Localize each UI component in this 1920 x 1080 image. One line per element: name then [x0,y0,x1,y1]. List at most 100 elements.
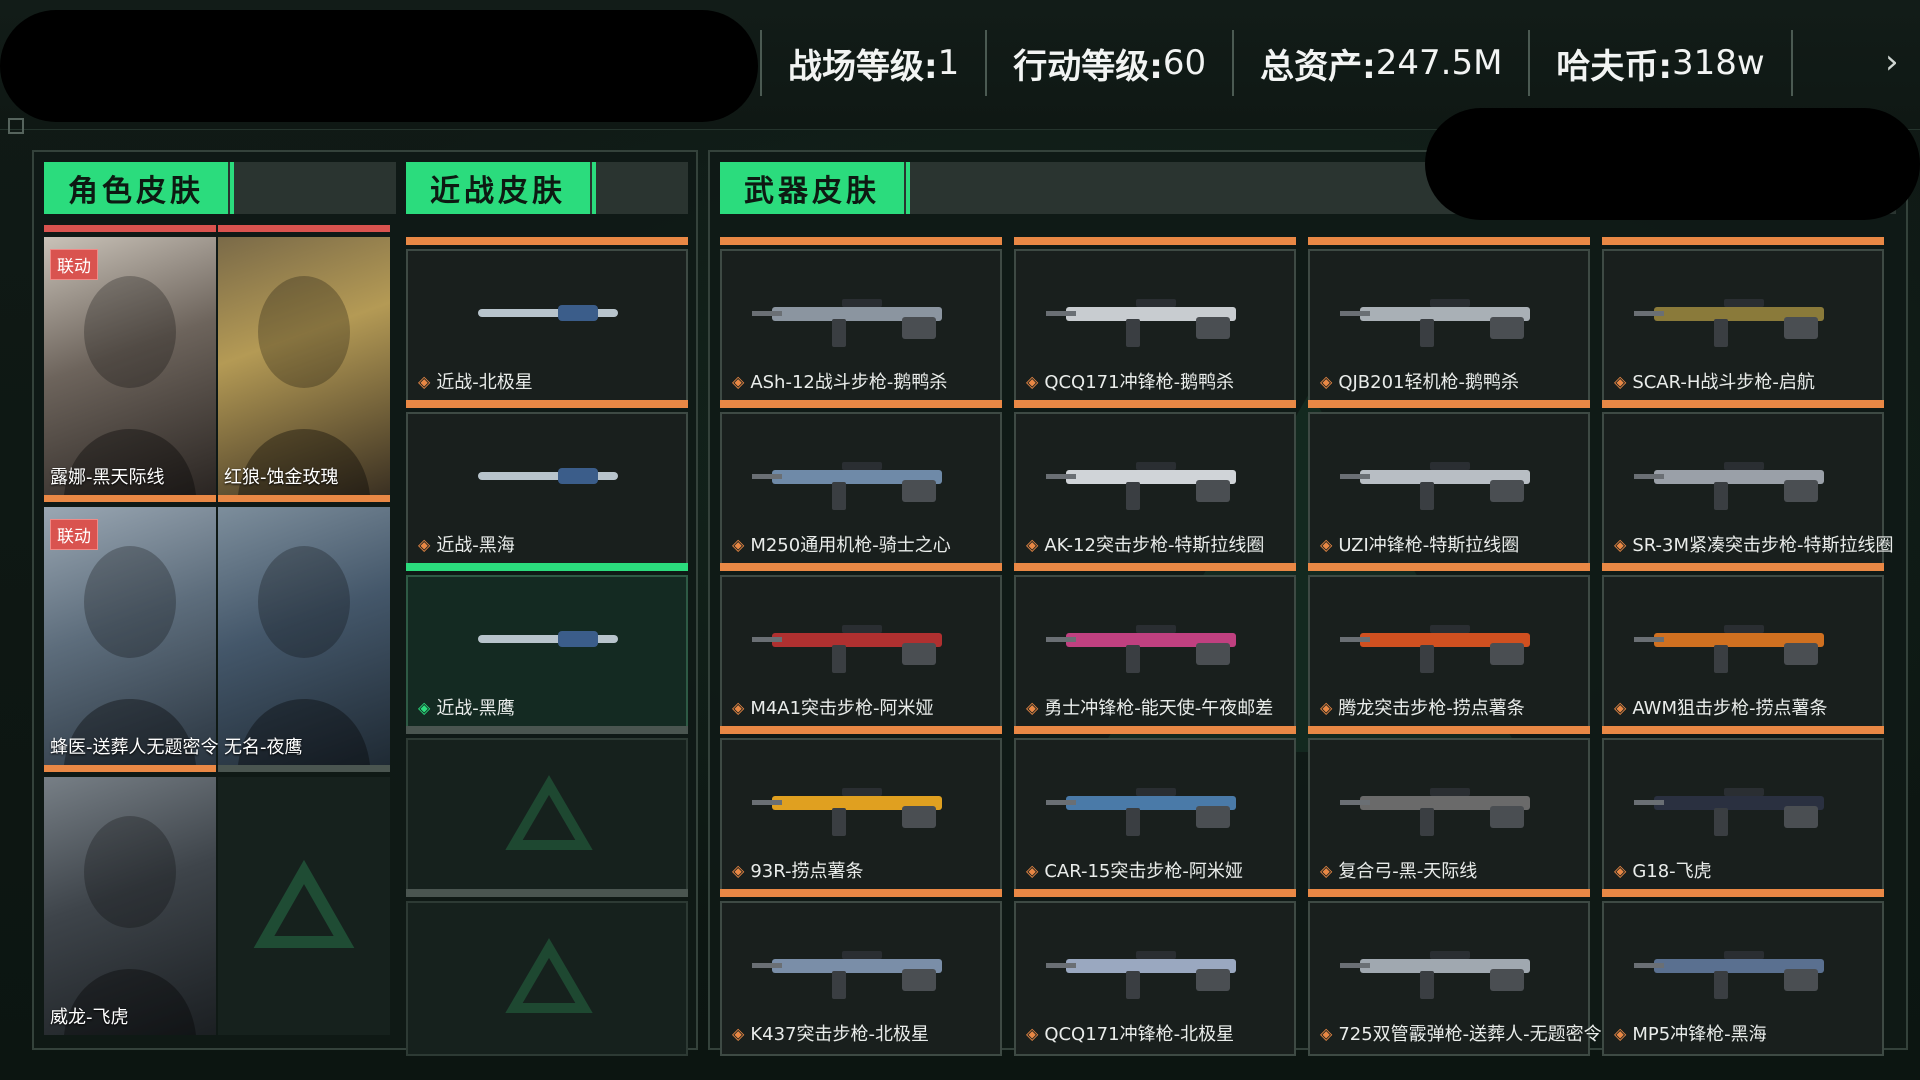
rarity-diamond-icon: ◈ [1614,371,1627,391]
rarity-diamond-icon: ◈ [732,697,745,717]
rarity-bar [406,889,688,897]
item-label: ◈ QJB201轻机枪-鹅鸭杀 [1320,368,1519,394]
item-label: ◈ G18-飞虎 [1614,857,1712,883]
collab-badge: 联动 [50,519,98,550]
item-name: 近战-北极星 [436,372,533,393]
rarity-bar [1602,563,1884,571]
weapon-skin-card[interactable]: ◈ AWM狙击步枪-捞点薯条 [1602,563,1884,730]
item-name: QCQ171冲锋枪-北极星 [1044,1024,1235,1045]
weapon-skin-card[interactable]: ◈ K437突击步枪-北极星 [720,889,1002,1056]
rarity-diamond-icon: ◈ [418,697,431,717]
rarity-diamond-icon: ◈ [732,534,745,554]
gun-icon [1046,299,1236,347]
rarity-diamond-icon: ◈ [732,371,745,391]
gun-icon [1634,951,1824,999]
rarity-diamond-icon: ◈ [1614,860,1627,880]
weapon-skin-card[interactable]: ◈ QCQ171冲锋枪-北极星 [1014,889,1296,1056]
rarity-bar [1308,400,1590,408]
stat-value: 1 [937,43,960,83]
rarity-bar [1602,889,1884,897]
placeholder-logo-icon [505,938,593,1013]
rarity-bar [720,400,1002,408]
item-name: QJB201轻机枪-鹅鸭杀 [1338,372,1519,393]
weapon-skin-card[interactable]: ◈ ASh-12战斗步枪-鹅鸭杀 [720,237,1002,404]
chevron-right-icon[interactable]: › [1885,42,1899,82]
melee-weapon-icon [478,631,618,647]
weapon-skin-card[interactable]: ◈ QCQ171冲锋枪-鹅鸭杀 [1014,237,1296,404]
weapon-skin-card[interactable]: ◈ 腾龙突击步枪-捞点薯条 [1308,563,1590,730]
weapon-skin-card[interactable]: ◈ 93R-捞点薯条 [720,726,1002,893]
rarity-diamond-icon: ◈ [1614,534,1627,554]
gun-icon [752,462,942,510]
weapon-skin-card[interactable]: ◈ SR-3M紧凑突击步枪-特斯拉线圈 [1602,400,1894,567]
item-label: ◈ SR-3M紧凑突击步枪-特斯拉线圈 [1614,531,1894,557]
weapon-skin-card[interactable]: ◈ G18-飞虎 [1602,726,1884,893]
weapon-skin-card[interactable]: ◈ AK-12突击步枪-特斯拉线圈 [1014,400,1296,567]
character-skin-card[interactable]: 无名-夜鹰 [218,495,390,765]
character-skin-card[interactable]: 联动 露娜-黑天际线 [44,225,216,495]
item-label: ◈ MP5冲锋枪-黑海 [1614,1020,1767,1046]
weapon-skin-card[interactable]: ◈ SCAR-H战斗步枪-启航 [1602,237,1884,404]
item-name: G18-飞虎 [1632,861,1712,882]
stat-total-assets: 总资产: 247.5M [1232,30,1528,96]
melee-skin-card[interactable]: ◈ 近战-黑海 [406,400,688,567]
rarity-bar [218,495,390,502]
item-name: 近战-黑鹰 [436,698,515,719]
item-name: 725双管霰弹枪-送葬人-无题密令 [1338,1024,1602,1045]
character-portrait-icon [238,546,370,765]
weapon-skin-card[interactable]: ◈ UZI冲锋枪-特斯拉线圈 [1308,400,1590,567]
placeholder-logo-icon [253,859,355,948]
weapon-skin-card[interactable]: ◈ 复合弓-黑-天际线 [1308,726,1590,893]
gun-icon [752,625,942,673]
rarity-bar [720,237,1002,245]
gun-icon [752,299,942,347]
character-name: 露娜-黑天际线 [50,467,165,488]
character-skins-header: 角色皮肤 [44,162,396,214]
collab-badge: 联动 [50,249,98,280]
character-portrait-icon [64,816,196,1035]
rarity-bar [1602,726,1884,734]
rarity-bar [1014,237,1296,245]
rarity-bar [44,495,216,502]
character-skin-card[interactable]: 联动 蜂医-送葬人无题密令 [44,495,219,765]
item-name: AWM狙击步枪-捞点薯条 [1632,698,1828,719]
character-name: 威龙-飞虎 [50,1007,129,1028]
empty-character-slot [218,765,390,1035]
item-name: ASh-12战斗步枪-鹅鸭杀 [750,372,948,393]
item-label: ◈ QCQ171冲锋枪-北极星 [1026,1020,1234,1046]
empty-melee-slot [406,726,688,893]
weapon-skin-card[interactable]: ◈ 725双管霰弹枪-送葬人-无题密令 [1308,889,1602,1056]
rarity-bar [1308,726,1590,734]
gun-icon [1340,462,1530,510]
rarity-bar [406,563,688,571]
item-label: ◈ 近战-黑海 [418,531,515,557]
right-panel: 武器皮肤 ◈ ASh-12战斗步枪-鹅鸭杀 ◈ QCQ171冲锋枪-鹅鸭杀 ◈ … [708,150,1908,1056]
rarity-diamond-icon: ◈ [1614,697,1627,717]
item-name: 近战-黑海 [436,535,515,556]
character-skin-card[interactable]: 红狼-蚀金玫瑰 [218,225,390,495]
section-title: 角色皮肤 [44,162,234,214]
rarity-diamond-icon: ◈ [1026,534,1039,554]
rarity-bar [406,726,688,734]
rarity-bar [44,225,216,232]
weapon-skin-card[interactable]: ◈ M250通用机枪-骑士之心 [720,400,1002,567]
weapon-skin-card[interactable]: ◈ QJB201轻机枪-鹅鸭杀 [1308,237,1590,404]
rarity-bar [218,225,390,232]
melee-skin-card[interactable]: ◈ 近战-北极星 [406,237,688,404]
weapon-skin-card[interactable]: ◈ CAR-15突击步枪-阿米娅 [1014,726,1296,893]
weapon-skin-card[interactable]: ◈ 勇士冲锋枪-能天使-午夜邮差 [1014,563,1296,730]
section-title: 武器皮肤 [720,162,910,214]
character-skin-card[interactable]: 威龙-飞虎 [44,765,216,1035]
item-label: ◈ CAR-15突击步枪-阿米娅 [1026,857,1243,883]
weapon-skin-card[interactable]: ◈ MP5冲锋枪-黑海 [1602,889,1884,1056]
rarity-bar [1014,889,1296,897]
weapon-skin-card[interactable]: ◈ M4A1突击步枪-阿米娅 [720,563,1002,730]
item-name: SR-3M紧凑突击步枪-特斯拉线圈 [1632,535,1894,556]
rarity-bar [720,889,1002,897]
player-stats: 战场等级: 1 行动等级: 60 总资产: 247.5M 哈夫币: 318w [760,30,1793,96]
item-name: UZI冲锋枪-特斯拉线圈 [1338,535,1520,556]
melee-skin-card[interactable]: ◈ 近战-黑鹰 [406,563,688,730]
item-label: ◈ 勇士冲锋枪-能天使-午夜邮差 [1026,694,1273,720]
left-panel: 角色皮肤 近战皮肤 联动 露娜-黑天际线 红狼-蚀金玫瑰 联动 蜂医-送葬人无题… [32,150,698,1056]
item-label: ◈ ASh-12战斗步枪-鹅鸭杀 [732,368,947,394]
